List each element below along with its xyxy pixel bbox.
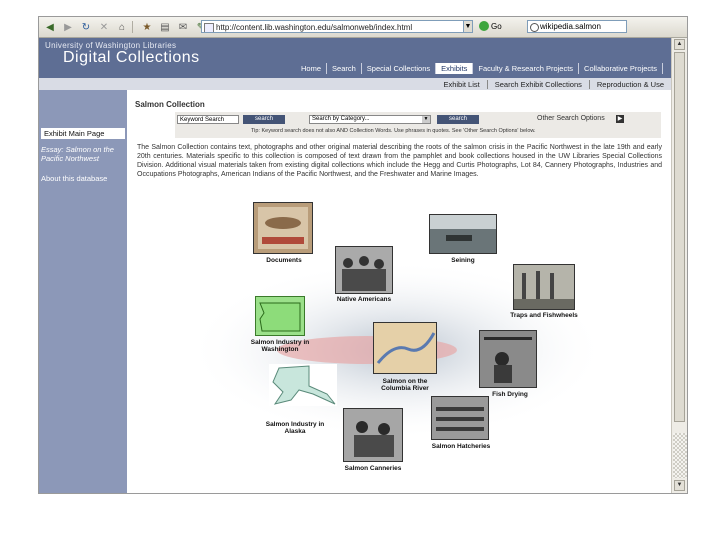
top-nav-item[interactable]: Exhibits bbox=[436, 63, 474, 74]
main-content: Salmon Collection Keyword Search search … bbox=[127, 90, 671, 493]
browser-window: ◀ ▶ ↻ ✕ ⌂ ★ ▤ ✉ ✎ http://content.lib.was… bbox=[38, 16, 688, 494]
browser-search-text: wikipedia.salmon bbox=[540, 22, 601, 31]
canneries-image bbox=[344, 409, 402, 461]
caption-native-americans[interactable]: Native Americans bbox=[327, 296, 401, 303]
native-americans-photo[interactable] bbox=[335, 246, 393, 294]
top-nav-item[interactable]: Home bbox=[296, 63, 328, 74]
sub-nav-item[interactable]: Exhibit List bbox=[436, 80, 486, 89]
site-banner: University of Washington Libraries Digit… bbox=[39, 38, 671, 78]
go-icon bbox=[479, 21, 489, 31]
collage: Documents Seining Native Americans Traps… bbox=[127, 200, 671, 493]
fish-label-image bbox=[258, 207, 308, 249]
fish-drying-image bbox=[480, 331, 536, 387]
fish-drying-photo[interactable] bbox=[479, 330, 537, 388]
caption-salmon-industry-washington[interactable]: Salmon Industry in Washington bbox=[243, 339, 317, 353]
go-label: Go bbox=[491, 21, 502, 31]
other-search-options-link[interactable]: Other Search Options bbox=[537, 115, 605, 122]
vertical-scrollbar[interactable]: ▲ ▼ bbox=[671, 38, 687, 493]
documents-photo[interactable] bbox=[253, 202, 313, 254]
category-select-label: Search by Category... bbox=[312, 116, 370, 122]
columbia-river-map bbox=[374, 323, 436, 373]
browser-search-box[interactable]: wikipedia.salmon bbox=[527, 20, 627, 33]
caption-salmon-industry-alaska[interactable]: Salmon Industry in Alaska bbox=[257, 421, 333, 435]
scroll-track bbox=[673, 433, 687, 478]
browser-toolbar: ◀ ▶ ↻ ✕ ⌂ ★ ▤ ✉ ✎ http://content.lib.was… bbox=[39, 17, 687, 38]
sub-nav-item[interactable]: Reproduction & Use bbox=[588, 79, 671, 89]
go-button[interactable]: Go bbox=[479, 21, 502, 31]
sub-nav: Exhibit List Search Exhibit Collections Re… bbox=[39, 78, 671, 90]
keyword-search-button[interactable]: search bbox=[243, 115, 285, 124]
forward-icon[interactable]: ▶ bbox=[61, 20, 75, 34]
sub-nav-item[interactable]: Search Exhibit Collections bbox=[486, 79, 589, 89]
play-arrow-icon[interactable]: ▶ bbox=[616, 115, 624, 123]
caption-salmon-canneries[interactable]: Salmon Canneries bbox=[333, 465, 413, 472]
washington-map[interactable] bbox=[255, 296, 305, 336]
scroll-up-arrow-icon[interactable]: ▲ bbox=[674, 39, 685, 50]
chevron-down-icon: ▼ bbox=[422, 116, 430, 123]
seining-image bbox=[430, 215, 496, 253]
sidebar-item-essay[interactable]: Essay: Salmon on the Pacific Northwest bbox=[41, 145, 119, 163]
caption-columbia-river[interactable]: Salmon on the Columbia River bbox=[367, 378, 443, 392]
washington-shape bbox=[259, 302, 301, 332]
traps-photo[interactable] bbox=[513, 264, 575, 310]
alaska-shape bbox=[272, 365, 336, 405]
native-americans-image bbox=[336, 247, 392, 293]
caption-traps-fishwheels[interactable]: Traps and Fishwheels bbox=[497, 312, 591, 319]
alaska-map[interactable] bbox=[269, 364, 337, 406]
search-hint: Tip: Keyword search does not also AND Co… bbox=[251, 128, 536, 134]
mail-icon[interactable]: ✉ bbox=[176, 20, 190, 34]
collection-description: The Salmon Collection contains text, pho… bbox=[137, 144, 662, 178]
scroll-thumb[interactable] bbox=[674, 52, 685, 422]
top-nav-item[interactable]: Special Collections bbox=[362, 63, 437, 74]
caption-documents[interactable]: Documents bbox=[253, 257, 315, 264]
keyword-search-input[interactable]: Keyword Search bbox=[177, 115, 239, 124]
print-icon[interactable]: ▤ bbox=[158, 20, 172, 34]
scroll-down-arrow-icon[interactable]: ▼ bbox=[674, 480, 685, 491]
category-search-button[interactable]: search bbox=[437, 115, 479, 124]
page-title: Salmon Collection bbox=[135, 100, 205, 109]
hatcheries-image bbox=[432, 397, 488, 439]
home-icon[interactable]: ⌂ bbox=[115, 20, 129, 34]
top-nav-item[interactable]: Collaborative Projects bbox=[579, 63, 663, 74]
sidebar: Exhibit Main Page Essay: Salmon on the P… bbox=[39, 90, 127, 493]
search-icon bbox=[530, 23, 539, 32]
canneries-photo[interactable] bbox=[343, 408, 403, 462]
hatcheries-photo[interactable] bbox=[431, 396, 489, 440]
caption-salmon-hatcheries[interactable]: Salmon Hatcheries bbox=[423, 443, 499, 450]
address-bar[interactable]: http://content.lib.washington.edu/salmon… bbox=[201, 20, 471, 33]
page-icon bbox=[204, 23, 214, 32]
address-text: http://content.lib.washington.edu/salmon… bbox=[216, 23, 413, 32]
bookmarks-icon[interactable]: ★ bbox=[140, 20, 154, 34]
columbia-river-photo[interactable] bbox=[373, 322, 437, 374]
top-nav-item[interactable]: Faculty & Research Projects bbox=[473, 63, 580, 74]
toolbar-separator bbox=[132, 21, 133, 33]
category-select[interactable]: Search by Category... ▼ bbox=[309, 115, 431, 124]
search-bar: Keyword Search search Search by Category… bbox=[175, 112, 661, 138]
back-icon[interactable]: ◀ bbox=[43, 20, 57, 34]
reload-icon[interactable]: ↻ bbox=[79, 20, 93, 34]
caption-seining[interactable]: Seining bbox=[429, 257, 497, 264]
sidebar-item-about[interactable]: About this database bbox=[41, 174, 107, 183]
seining-photo[interactable] bbox=[429, 214, 497, 254]
top-nav-item[interactable]: Search bbox=[327, 63, 362, 74]
site-title: Digital Collections bbox=[63, 49, 200, 66]
address-dropdown[interactable]: ▼ bbox=[463, 20, 473, 33]
top-nav: Home Search Special Collections Exhibits Fac… bbox=[296, 63, 663, 74]
sidebar-item-exhibit-main[interactable]: Exhibit Main Page bbox=[41, 128, 125, 139]
stop-icon[interactable]: ✕ bbox=[97, 20, 111, 34]
traps-image bbox=[514, 265, 574, 309]
